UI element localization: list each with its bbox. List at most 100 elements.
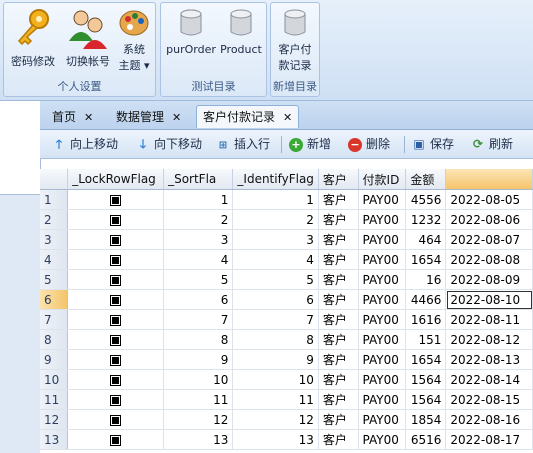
close-icon[interactable]: ✕ [172, 111, 181, 124]
table-row[interactable]: 8 8 8 客户 PAY00 151 2022-08-12 [40, 329, 533, 350]
payment-id-cell[interactable]: PAY00 [358, 229, 407, 250]
row-number[interactable]: 9 [40, 349, 69, 370]
table-row[interactable]: 9 9 9 客户 PAY00 1654 2022-08-13 [40, 349, 533, 370]
move-up-button[interactable]: 🡑 向上移动 [52, 135, 118, 153]
tab-home[interactable]: 首页 ✕ [46, 106, 99, 128]
date-cell[interactable]: 2022-08-08 [445, 249, 533, 270]
identify-flag-cell[interactable]: 12 [232, 409, 319, 430]
row-number[interactable]: 11 [40, 389, 69, 410]
close-icon[interactable]: ✕ [283, 111, 292, 124]
identify-flag-cell[interactable]: 11 [232, 389, 319, 410]
row-number[interactable]: 3 [40, 229, 69, 250]
amount-cell[interactable]: 1232 [405, 209, 447, 230]
sort-flag-cell[interactable]: 2 [163, 209, 234, 230]
date-cell[interactable]: 2022-08-06 [445, 209, 533, 230]
tab-data-management[interactable]: 数据管理 ✕ [110, 106, 187, 128]
payment-id-cell[interactable]: PAY00 [358, 249, 407, 270]
date-cell[interactable]: 2022-08-11 [445, 309, 533, 330]
identify-flag-cell[interactable]: 3 [232, 229, 319, 250]
table-row[interactable]: 5 5 5 客户 PAY00 16 2022-08-09 [40, 269, 533, 290]
amount-cell[interactable]: 151 [405, 329, 447, 350]
checkbox-icon[interactable] [110, 274, 122, 286]
checkbox-icon[interactable] [110, 254, 122, 266]
customer-cell[interactable]: 客户 [318, 249, 359, 270]
date-cell[interactable]: 2022-08-07 [445, 229, 533, 250]
table-row[interactable]: 10 10 10 客户 PAY00 1564 2022-08-14 [40, 369, 533, 390]
customer-cell[interactable]: 客户 [318, 349, 359, 370]
payment-id-cell[interactable]: PAY00 [358, 369, 407, 390]
customer-payment-button[interactable]: 客户付 款记录 [273, 7, 317, 74]
lock-row-checkbox[interactable] [67, 229, 165, 250]
row-number[interactable]: 2 [40, 209, 69, 230]
purorder-button[interactable]: purOrder [165, 7, 217, 58]
refresh-button[interactable]: ⟳ 刷新 [471, 135, 513, 153]
identify-flag-cell[interactable]: 7 [232, 309, 319, 330]
lock-row-checkbox[interactable] [67, 409, 165, 430]
sort-flag-cell[interactable]: 3 [163, 229, 234, 250]
checkbox-icon[interactable] [110, 394, 122, 406]
lock-row-checkbox[interactable] [67, 369, 165, 390]
save-button[interactable]: ▣ 保存 [412, 135, 454, 153]
column-header-payment-id[interactable]: 付款ID [358, 169, 407, 190]
checkbox-icon[interactable] [110, 414, 122, 426]
payment-id-cell[interactable]: PAY00 [358, 389, 407, 410]
amount-cell[interactable]: 6516 [405, 429, 447, 450]
product-button[interactable]: Product [219, 7, 263, 58]
sort-flag-cell[interactable]: 11 [163, 389, 234, 410]
row-number[interactable]: 13 [40, 429, 69, 450]
sort-flag-cell[interactable]: 9 [163, 349, 234, 370]
date-cell[interactable]: 2022-08-16 [445, 409, 533, 430]
amount-cell[interactable]: 1616 [405, 309, 447, 330]
checkbox-icon[interactable] [110, 234, 122, 246]
sort-flag-cell[interactable]: 1 [163, 189, 234, 210]
lock-row-checkbox[interactable] [67, 209, 165, 230]
row-number[interactable]: 5 [40, 269, 69, 290]
lock-row-checkbox[interactable] [67, 329, 165, 350]
sort-flag-cell[interactable]: 5 [163, 269, 234, 290]
identify-flag-cell[interactable]: 2 [232, 209, 319, 230]
customer-cell[interactable]: 客户 [318, 429, 359, 450]
date-cell[interactable]: 2022-08-09 [445, 269, 533, 290]
move-down-button[interactable]: 🡓 向下移动 [136, 135, 202, 153]
date-cell[interactable]: 2022-08-17 [445, 429, 533, 450]
lock-row-checkbox[interactable] [67, 389, 165, 410]
sort-flag-cell[interactable]: 8 [163, 329, 234, 350]
checkbox-icon[interactable] [110, 334, 122, 346]
date-cell[interactable]: 2022-08-12 [445, 329, 533, 350]
identify-flag-cell[interactable]: 13 [232, 429, 319, 450]
insert-row-button[interactable]: ⊞ 插入行 [216, 135, 270, 153]
close-icon[interactable]: ✕ [84, 111, 93, 124]
lock-row-checkbox[interactable] [67, 249, 165, 270]
row-number[interactable]: 8 [40, 329, 69, 350]
customer-cell[interactable]: 客户 [318, 229, 359, 250]
date-cell[interactable]: 2022-08-05 [445, 189, 533, 210]
amount-cell[interactable]: 4466 [405, 289, 447, 310]
customer-cell[interactable]: 客户 [318, 209, 359, 230]
column-header-date[interactable] [445, 169, 533, 190]
column-header-sortflag[interactable]: _SortFla [163, 169, 234, 190]
change-password-button[interactable]: 密码修改 [8, 7, 58, 70]
sort-flag-cell[interactable]: 6 [163, 289, 234, 310]
lock-row-checkbox[interactable] [67, 349, 165, 370]
lock-row-checkbox[interactable] [67, 309, 165, 330]
lock-row-checkbox[interactable] [67, 289, 165, 310]
checkbox-icon[interactable] [110, 374, 122, 386]
amount-cell[interactable]: 1564 [405, 389, 447, 410]
checkbox-icon[interactable] [110, 434, 122, 446]
payment-id-cell[interactable]: PAY00 [358, 329, 407, 350]
identify-flag-cell[interactable]: 1 [232, 189, 319, 210]
table-row[interactable]: 3 3 3 客户 PAY00 464 2022-08-07 [40, 229, 533, 250]
table-row[interactable]: 13 13 13 客户 PAY00 6516 2022-08-17 [40, 429, 533, 450]
payment-id-cell[interactable]: PAY00 [358, 269, 407, 290]
table-row[interactable]: 1 1 1 客户 PAY00 4556 2022-08-05 [40, 189, 533, 210]
table-row[interactable]: 11 11 11 客户 PAY00 1564 2022-08-15 [40, 389, 533, 410]
row-number[interactable]: 6 [40, 289, 69, 310]
date-cell[interactable]: 2022-08-14 [445, 369, 533, 390]
identify-flag-cell[interactable]: 8 [232, 329, 319, 350]
sort-flag-cell[interactable]: 10 [163, 369, 234, 390]
table-row[interactable]: 4 4 4 客户 PAY00 1654 2022-08-08 [40, 249, 533, 270]
lock-row-checkbox[interactable] [67, 189, 165, 210]
sort-flag-cell[interactable]: 12 [163, 409, 234, 430]
identify-flag-cell[interactable]: 5 [232, 269, 319, 290]
customer-cell[interactable]: 客户 [318, 189, 359, 210]
